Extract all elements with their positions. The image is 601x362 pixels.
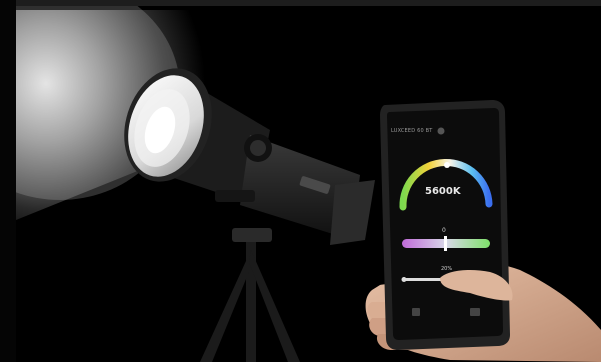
settings-icon[interactable] [470,308,480,316]
photo-scene: LUXCEED 60 BT 5600K 0 20% [0,0,601,362]
top-frame-bar [0,0,601,6]
menu-icon[interactable] [412,308,420,316]
left-frame-bar [0,0,16,362]
light-stand [200,228,300,362]
smartphone [380,100,510,350]
brightness-value: 20% [441,266,453,272]
photo-illustration [0,0,601,362]
kelvin-readout: 5600K [425,186,461,197]
app-title: LUXCEED 60 BT [391,128,433,134]
sun-icon [401,277,407,282]
green-magenta-value: 0 [442,227,446,234]
